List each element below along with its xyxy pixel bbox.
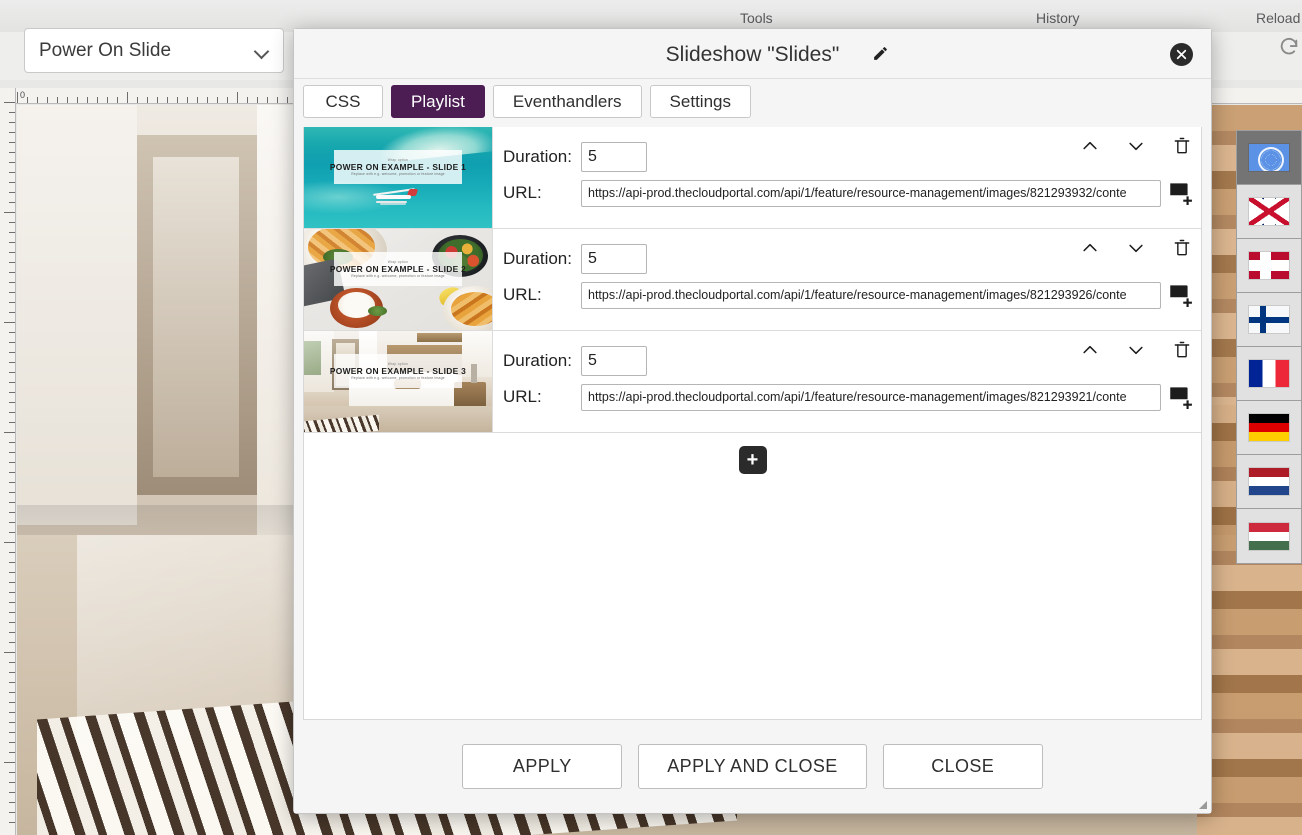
tab-playlist[interactable]: Playlist [391, 85, 485, 118]
chevron-down-icon [255, 44, 269, 58]
url-label: URL: [503, 183, 542, 202]
thumbnail-title: POWER ON EXAMPLE - SLIDE 2 [329, 263, 467, 274]
duration-label: Duration: [503, 147, 572, 166]
row-actions [1079, 135, 1193, 157]
url-input-3[interactable] [581, 383, 1161, 411]
dialog-footer: APPLY APPLY AND CLOSE CLOSE [294, 720, 1211, 813]
chevron-down-icon[interactable] [1125, 135, 1147, 157]
chevron-up-icon[interactable] [1079, 135, 1101, 157]
flag-nl-icon [1249, 468, 1289, 495]
thumbnail-caption: Wrap option POWER ON EXAMPLE - SLIDE 2 R… [330, 252, 466, 286]
menu-item-reload[interactable]: Reload [1256, 10, 1300, 26]
dialog-title: Slideshow "Slides" [665, 43, 840, 66]
playlist-table: Wrap option POWER ON EXAMPLE - SLIDE 1 R… [304, 127, 1201, 474]
ruler-origin-label: 0 [20, 90, 26, 100]
tab-settings[interactable]: Settings [649, 85, 751, 118]
language-option-nl[interactable] [1237, 455, 1301, 509]
language-option-uk[interactable] [1237, 185, 1301, 239]
image-add-icon[interactable] [1167, 383, 1193, 409]
playlist-panel: Wrap option POWER ON EXAMPLE - SLIDE 1 R… [303, 127, 1202, 720]
slide-selector-value: Power On Slide [39, 39, 172, 61]
language-flag-rail [1236, 130, 1302, 564]
language-option-hu[interactable] [1237, 509, 1301, 563]
dialog-header: Slideshow "Slides" [294, 29, 1211, 79]
playlist-thumbnail-1[interactable]: Wrap option POWER ON EXAMPLE - SLIDE 1 R… [304, 127, 492, 228]
chevron-up-icon[interactable] [1079, 339, 1101, 361]
thumbnail-subtitle: Replace with e.g. welcome, promotion or … [351, 273, 445, 278]
trash-icon[interactable] [1171, 237, 1193, 259]
thumbnail-subtitle: Replace with e.g. welcome, promotion or … [351, 375, 445, 380]
table-row[interactable]: Wrap option POWER ON EXAMPLE - SLIDE 3 R… [304, 331, 1201, 433]
playlist-fields: Duration: URL: [492, 229, 1201, 330]
duration-label: Duration: [503, 249, 572, 268]
trash-icon[interactable] [1171, 135, 1193, 157]
add-playlist-item-row: + [304, 433, 1201, 474]
flag-uk-icon [1249, 198, 1289, 225]
duration-input-3[interactable] [581, 346, 647, 376]
playlist-thumbnail-2[interactable]: Wrap option POWER ON EXAMPLE - SLIDE 2 R… [304, 229, 492, 330]
table-row[interactable]: Wrap option POWER ON EXAMPLE - SLIDE 1 R… [304, 127, 1201, 229]
url-input-1[interactable] [581, 179, 1161, 207]
language-option-fi[interactable] [1237, 293, 1301, 347]
image-add-icon[interactable] [1167, 281, 1193, 307]
dialog-tab-bar: CSS Playlist Eventhandlers Settings [294, 79, 1211, 127]
duration-input-2[interactable] [581, 244, 647, 274]
playlist-fields: Duration: URL: [492, 127, 1201, 228]
close-button[interactable]: CLOSE [882, 744, 1043, 789]
menu-item-history[interactable]: History [1036, 10, 1080, 26]
duration-input-1[interactable] [581, 142, 647, 172]
duration-label: Duration: [503, 351, 572, 370]
apply-and-close-button[interactable]: APPLY AND CLOSE [638, 744, 867, 789]
reload-icon[interactable] [1278, 36, 1300, 58]
trash-icon[interactable] [1171, 339, 1193, 361]
url-label: URL: [503, 387, 542, 406]
table-row[interactable]: Wrap option POWER ON EXAMPLE - SLIDE 2 R… [304, 229, 1201, 331]
playlist-fields: Duration: URL: [492, 331, 1201, 432]
playlist-thumbnail-3[interactable]: Wrap option POWER ON EXAMPLE - SLIDE 3 R… [304, 331, 492, 432]
flag-de-icon [1249, 414, 1289, 441]
tab-css[interactable]: CSS [303, 85, 383, 118]
flag-no-icon [1249, 252, 1289, 279]
menu-item-tools[interactable]: Tools [740, 10, 773, 26]
close-icon[interactable] [1170, 43, 1193, 66]
ruler-vertical [0, 88, 16, 835]
flag-hu-icon [1249, 522, 1289, 550]
pencil-icon[interactable] [872, 45, 889, 62]
flag-fi-icon [1249, 306, 1289, 333]
language-option-de[interactable] [1237, 401, 1301, 455]
thumbnail-title: POWER ON EXAMPLE - SLIDE 3 [329, 365, 467, 376]
chevron-down-icon[interactable] [1125, 237, 1147, 259]
slideshow-dialog: Slideshow "Slides" CSS Playlist Eventhan… [293, 28, 1212, 814]
tab-eventhandlers[interactable]: Eventhandlers [492, 85, 642, 118]
slide-selector[interactable]: Power On Slide [24, 28, 284, 73]
row-actions [1079, 339, 1193, 361]
language-option-un[interactable] [1237, 131, 1301, 185]
image-add-icon[interactable] [1167, 179, 1193, 205]
thumbnail-caption: Wrap option POWER ON EXAMPLE - SLIDE 1 R… [330, 150, 466, 184]
url-label: URL: [503, 285, 542, 304]
thumbnail-subtitle: Replace with e.g. welcome, promotion or … [351, 171, 445, 176]
chevron-down-icon[interactable] [1125, 339, 1147, 361]
row-actions [1079, 237, 1193, 259]
resize-grip-icon[interactable] [1194, 796, 1208, 810]
language-option-no[interactable] [1237, 239, 1301, 293]
thumbnail-title: POWER ON EXAMPLE - SLIDE 1 [329, 161, 467, 172]
apply-button[interactable]: APPLY [462, 744, 623, 789]
thumbnail-caption: Wrap option POWER ON EXAMPLE - SLIDE 3 R… [330, 354, 466, 388]
chevron-up-icon[interactable] [1079, 237, 1101, 259]
flag-fr-icon [1249, 360, 1289, 387]
url-input-2[interactable] [581, 281, 1161, 309]
flag-un-icon [1249, 144, 1289, 171]
add-playlist-item-button[interactable]: + [738, 446, 767, 474]
language-option-fr[interactable] [1237, 347, 1301, 401]
